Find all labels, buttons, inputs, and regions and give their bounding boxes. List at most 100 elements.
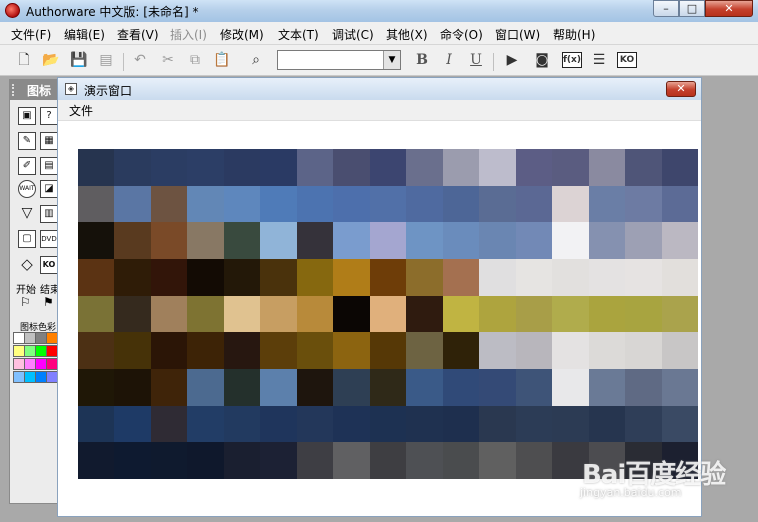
presentation-close-button[interactable]: ✕ <box>666 81 696 97</box>
mosaic-cell <box>515 405 553 443</box>
presentation-menu-file[interactable]: 文件 <box>69 102 93 119</box>
mosaic-cell <box>406 185 443 223</box>
menu-commands[interactable]: 命令(O) <box>440 26 483 43</box>
menu-text[interactable]: 文本(T) <box>278 26 319 43</box>
start-flag-icon[interactable]: ⚐ <box>20 295 31 309</box>
new-file-icon[interactable]: 🗋 <box>14 50 34 70</box>
functions-icon[interactable]: f(x) <box>562 52 582 68</box>
video-icon[interactable]: ◇ <box>18 256 36 274</box>
mosaic-cell <box>114 405 151 443</box>
mosaic-cell <box>479 149 516 186</box>
find-icon[interactable]: ⌕ <box>246 50 266 70</box>
mosaic-cell <box>479 369 516 406</box>
mosaic-cell <box>515 149 553 186</box>
font-select[interactable]: ▼ <box>277 50 401 70</box>
menu-other[interactable]: 其他(X) <box>386 26 428 43</box>
mosaic-cell <box>150 295 188 333</box>
mosaic-cell <box>406 222 443 259</box>
menu-window[interactable]: 窗口(W) <box>495 26 540 43</box>
mosaic-cell <box>296 185 334 223</box>
navigate-icon[interactable]: ✐ <box>18 157 36 175</box>
mosaic-cell <box>114 442 151 479</box>
presentation-title-bar[interactable]: ◈ 演示窗口 ✕ <box>58 78 701 101</box>
menu-edit[interactable]: 编辑(E) <box>64 26 105 43</box>
menu-insert[interactable]: 插入(I) <box>170 26 207 43</box>
mosaic-cell <box>552 332 589 369</box>
mosaic-cell <box>296 332 334 369</box>
mosaic-cell <box>369 332 407 369</box>
interaction-icon[interactable]: ◪ <box>40 180 58 198</box>
knowledge-object-icon[interactable]: KO <box>40 256 58 274</box>
control-panel-icon[interactable]: ◙ <box>532 50 552 70</box>
mosaic-cell <box>442 259 480 296</box>
decision-icon[interactable]: WAIT <box>18 180 36 198</box>
undo-icon[interactable]: ↶ <box>130 50 150 70</box>
erase-icon[interactable]: ✎ <box>18 132 36 150</box>
mosaic-cell <box>260 369 297 406</box>
mosaic-cell <box>625 405 662 443</box>
mosaic-cell <box>187 442 224 479</box>
copy-icon[interactable]: ⧉ <box>185 50 205 70</box>
mosaic-cell <box>588 332 626 369</box>
bold-icon[interactable]: B <box>412 50 432 70</box>
motion-icon[interactable]: ? <box>40 107 58 125</box>
end-flag-icon[interactable]: ⚑ <box>43 295 54 309</box>
mosaic-cell <box>296 369 334 406</box>
run-icon[interactable]: ▶ <box>502 50 522 70</box>
mosaic-cell <box>588 405 626 443</box>
mosaic-cell <box>479 222 516 259</box>
mosaic-cell <box>114 369 151 406</box>
mosaic-cell <box>442 149 480 186</box>
mosaic-cell <box>296 442 334 479</box>
mosaic-cell <box>187 405 224 443</box>
save-all-icon[interactable]: 💾 <box>69 50 89 70</box>
close-button[interactable]: ✕ <box>705 0 753 17</box>
map-icon[interactable]: ▥ <box>40 205 58 223</box>
grip-icon[interactable] <box>12 84 19 96</box>
italic-icon[interactable]: I <box>439 50 459 70</box>
mosaic-cell <box>114 332 151 369</box>
mosaic-cell <box>114 295 151 333</box>
mosaic-cell <box>150 332 188 369</box>
chevron-down-icon[interactable]: ▼ <box>383 51 400 69</box>
mosaic-cell <box>78 149 115 186</box>
maximize-button[interactable]: □ <box>679 0 705 17</box>
mosaic-cell <box>552 185 589 223</box>
underline-icon[interactable]: U <box>466 50 486 70</box>
digital-movie-icon[interactable]: ▢ <box>18 230 36 248</box>
menu-help[interactable]: 帮助(H) <box>553 26 595 43</box>
cut-icon[interactable]: ✂ <box>158 50 178 70</box>
calculation-icon[interactable]: ▽ <box>18 205 36 223</box>
menu-modify[interactable]: 修改(M) <box>220 26 264 43</box>
mosaic-cell <box>661 222 698 259</box>
mosaic-cell <box>187 295 224 333</box>
import-icon[interactable]: ▤ <box>96 50 116 70</box>
mosaic-cell <box>625 332 662 369</box>
variables-icon[interactable]: ☰ <box>589 50 609 70</box>
toolbar-separator <box>123 53 124 71</box>
framework-icon[interactable]: ▤ <box>40 157 58 175</box>
mosaic-cell <box>442 442 480 479</box>
mosaic-cell <box>78 442 115 479</box>
menu-view[interactable]: 查看(V) <box>117 26 159 43</box>
mosaic-cell <box>406 442 443 479</box>
mosaic-cell <box>223 149 261 186</box>
menu-file[interactable]: 文件(F) <box>11 26 51 43</box>
mosaic-cell <box>260 295 297 333</box>
paste-icon[interactable]: 📋 <box>212 50 232 70</box>
watermark-url: jingyan.baidu.com <box>580 486 682 499</box>
sound-icon[interactable]: DVD <box>40 230 58 248</box>
mosaic-cell <box>333 369 370 406</box>
wait-icon[interactable]: ▦ <box>40 132 58 150</box>
mosaic-cell <box>114 185 151 223</box>
open-file-icon[interactable]: 📂 <box>41 50 61 70</box>
knowledge-objects-icon[interactable]: KO <box>617 52 637 68</box>
minimize-button[interactable]: – <box>653 0 679 17</box>
mosaic-cell <box>442 222 480 259</box>
palette-title-bar[interactable]: 图标 <box>10 80 60 100</box>
menu-debug[interactable]: 调试(C) <box>332 26 374 43</box>
mosaic-cell <box>369 295 407 333</box>
mosaic-cell <box>625 149 662 186</box>
mosaic-cell <box>333 185 370 223</box>
display-icon[interactable]: ▣ <box>18 107 36 125</box>
